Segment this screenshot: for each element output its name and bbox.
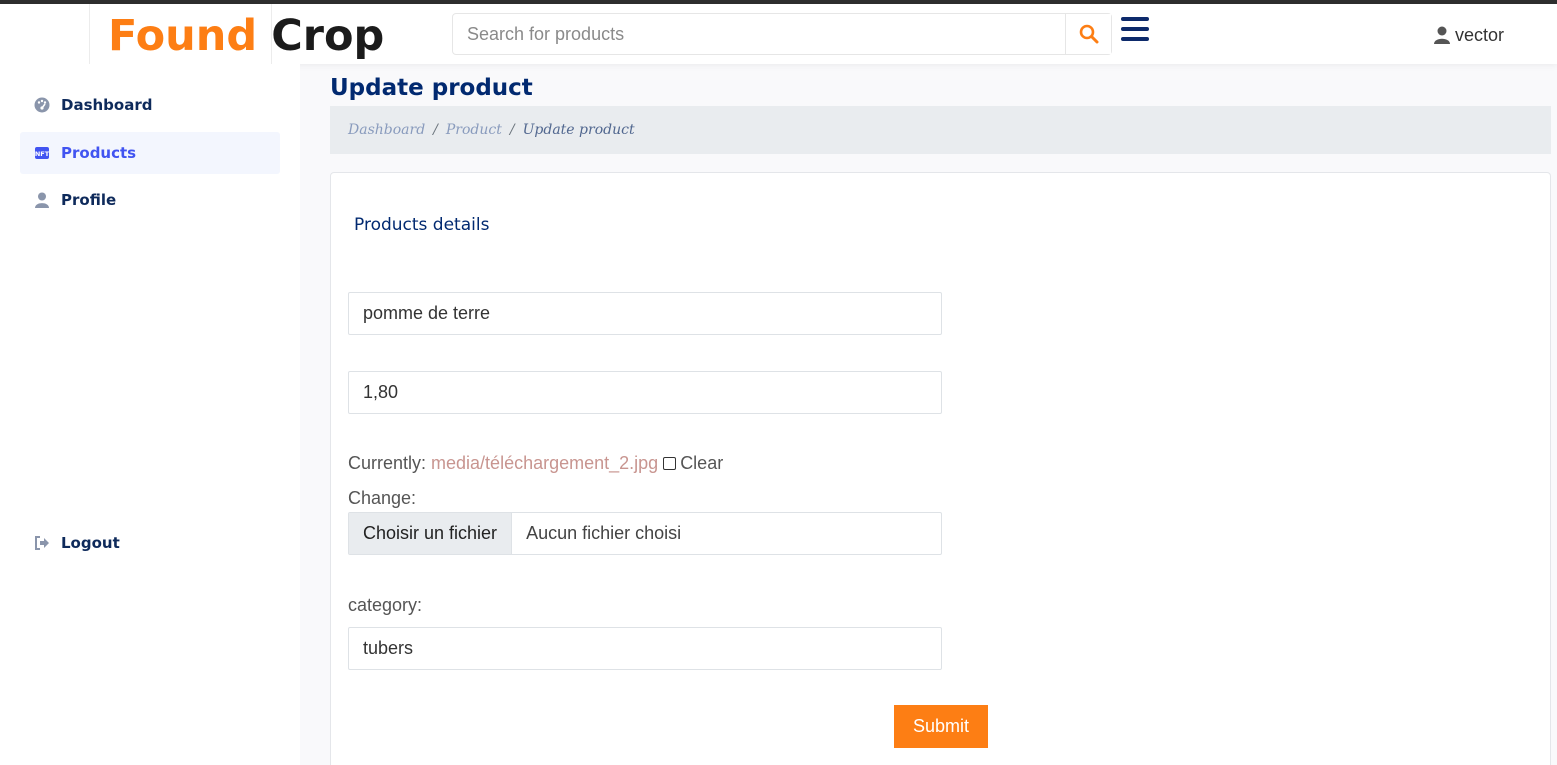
page-title: Update product bbox=[330, 75, 533, 101]
sidebar-item-products[interactable]: NFT Products bbox=[20, 132, 280, 174]
username: vector bbox=[1455, 24, 1505, 45]
breadcrumb: Dashboard / Product / Update product bbox=[330, 106, 1551, 154]
product-form-card: Products details Currently: media/téléch… bbox=[330, 172, 1551, 765]
nft-icon: NFT bbox=[34, 145, 50, 161]
sidebar: Dashboard NFT Products Profile Logout bbox=[0, 64, 300, 765]
brand-logo[interactable]: Found Crop bbox=[108, 9, 384, 63]
top-header: Found Crop vector bbox=[0, 4, 1557, 64]
currently-label: Currently: bbox=[348, 453, 427, 473]
sidebar-item-dashboard[interactable]: Dashboard bbox=[20, 84, 280, 126]
logout-icon bbox=[34, 535, 50, 551]
dashboard-icon bbox=[34, 97, 50, 113]
search-icon bbox=[1079, 24, 1098, 44]
clear-label: Clear bbox=[680, 453, 724, 473]
category-field[interactable] bbox=[348, 627, 942, 670]
sidebar-item-label: Products bbox=[61, 144, 137, 162]
sidebar-item-label: Logout bbox=[61, 534, 120, 552]
change-label: Change: bbox=[348, 488, 417, 508]
breadcrumb-separator: / bbox=[509, 122, 515, 138]
current-image-link[interactable]: media/téléchargement_2.jpg bbox=[431, 453, 658, 474]
sidebar-item-label: Profile bbox=[61, 191, 117, 209]
sidebar-item-logout[interactable]: Logout bbox=[20, 522, 280, 564]
sidebar-item-label: Dashboard bbox=[61, 96, 153, 114]
user-icon bbox=[1434, 26, 1450, 44]
search-bar bbox=[452, 13, 1112, 55]
user-menu[interactable]: vector bbox=[1434, 24, 1504, 46]
search-button[interactable] bbox=[1065, 14, 1111, 54]
search-input[interactable] bbox=[453, 14, 1065, 54]
brand-part1: Found bbox=[108, 11, 258, 61]
current-image-row: Currently: media/téléchargement_2.jpg Cl… bbox=[348, 453, 723, 474]
image-file-input[interactable]: Choisir un fichier Aucun fichier choisi bbox=[348, 512, 942, 555]
file-status: Aucun fichier choisi bbox=[526, 523, 682, 543]
choose-file-button[interactable]: Choisir un fichier bbox=[349, 513, 513, 554]
breadcrumb-current: Update product bbox=[522, 122, 635, 138]
user-icon bbox=[34, 192, 50, 208]
svg-text:NFT: NFT bbox=[35, 150, 49, 158]
breadcrumb-product[interactable]: Product bbox=[446, 122, 502, 138]
category-label: category: bbox=[348, 595, 423, 615]
breadcrumb-separator: / bbox=[433, 122, 438, 138]
breadcrumb-dashboard[interactable]: Dashboard bbox=[348, 122, 425, 138]
clear-checkbox[interactable] bbox=[663, 457, 677, 470]
sidebar-item-profile[interactable]: Profile bbox=[20, 179, 280, 221]
product-price-field[interactable] bbox=[348, 371, 942, 414]
submit-button[interactable]: Submit bbox=[894, 705, 988, 748]
product-name-field[interactable] bbox=[348, 292, 942, 335]
card-title: Products details bbox=[354, 215, 490, 235]
brand-part2: Crop bbox=[271, 11, 385, 61]
hamburger-menu-icon[interactable] bbox=[1121, 17, 1149, 43]
